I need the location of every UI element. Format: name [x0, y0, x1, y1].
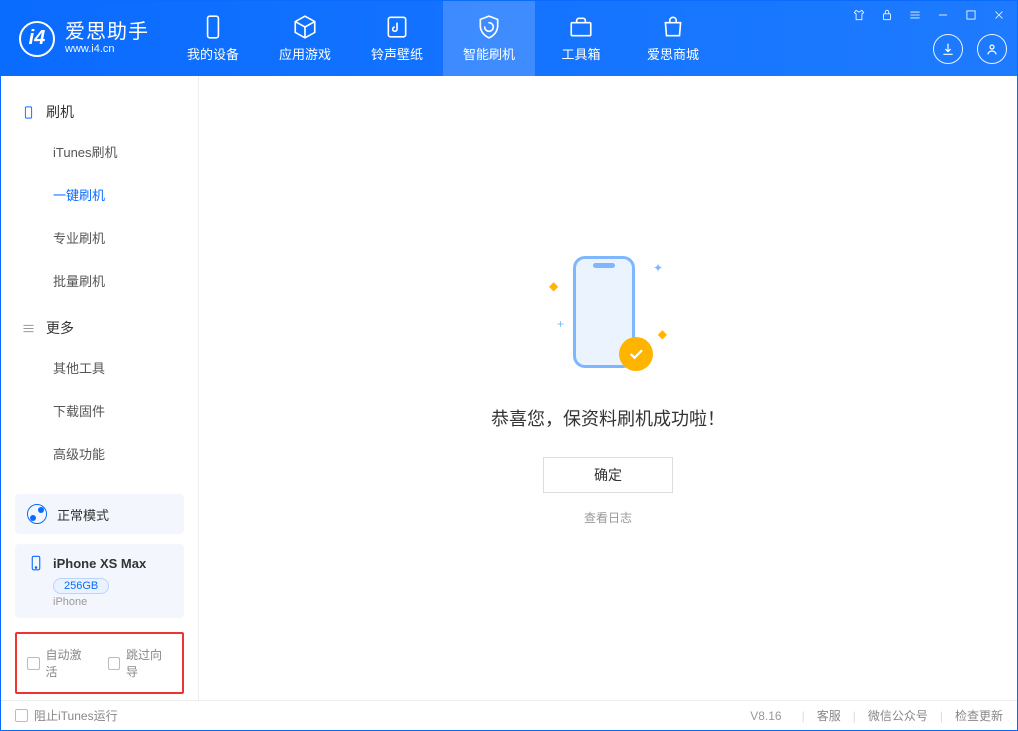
app-subtitle: www.i4.cn: [65, 43, 149, 55]
shirt-icon-button[interactable]: [847, 5, 871, 25]
device-name: iPhone XS Max: [53, 556, 146, 571]
device-storage-badge: 256GB: [53, 578, 109, 594]
checkbox-icon: [108, 657, 121, 670]
nav-label: 工具箱: [561, 44, 600, 63]
sidebar-item-pro-flash[interactable]: 专业刷机: [1, 216, 198, 259]
checkbox-icon: [27, 657, 40, 670]
checkbox-skip-guide[interactable]: 跳过向导: [108, 646, 173, 680]
titlebar: i4 爱思助手 www.i4.cn 我的设备 应用游戏 铃声壁纸 智能刷机: [1, 1, 1017, 76]
ok-button[interactable]: 确定: [543, 457, 673, 493]
sidebar-item-onekey-flash[interactable]: 一键刷机: [1, 173, 198, 216]
mode-card[interactable]: 正常模式: [15, 494, 184, 534]
sparkle-icon: ◆: [549, 279, 558, 293]
nav-my-device[interactable]: 我的设备: [167, 1, 259, 76]
sidebar-item-batch-flash[interactable]: 批量刷机: [1, 259, 198, 302]
statusbar: 阻止iTunes运行 V8.16 | 客服 | 微信公众号 | 检查更新: [1, 700, 1017, 730]
close-button[interactable]: [987, 5, 1011, 25]
nav-smart-flash[interactable]: 智能刷机: [443, 1, 535, 76]
nav-toolbox[interactable]: 工具箱: [535, 1, 627, 76]
refresh-shield-icon: [476, 14, 502, 40]
menu-icon-button[interactable]: [903, 5, 927, 25]
version-label: V8.16: [750, 709, 781, 723]
cube-icon: [292, 14, 318, 40]
nav-apps-games[interactable]: 应用游戏: [259, 1, 351, 76]
success-check-badge: [619, 337, 653, 371]
device-card[interactable]: iPhone XS Max 256GB iPhone: [15, 544, 184, 618]
nav-label: 智能刷机: [463, 44, 515, 63]
lock-icon-button[interactable]: [875, 5, 899, 25]
sparkle-icon: ✦: [653, 261, 663, 275]
nav-ringtone-wallpaper[interactable]: 铃声壁纸: [351, 1, 443, 76]
nav-label: 铃声壁纸: [371, 44, 423, 63]
success-illustration: ◆ ✦ + ◆: [533, 251, 683, 381]
toolbox-icon: [568, 14, 594, 40]
view-log-link[interactable]: 查看日志: [584, 509, 632, 526]
sparkle-icon: +: [557, 317, 564, 331]
sidebar-item-download-firmware[interactable]: 下载固件: [1, 389, 198, 432]
sidebar-item-itunes-flash[interactable]: iTunes刷机: [1, 130, 198, 173]
highlighted-checkbox-area: 自动激活 跳过向导: [15, 632, 184, 694]
sidebar-item-advanced[interactable]: 高级功能: [1, 432, 198, 475]
nav-label: 我的设备: [187, 44, 239, 63]
user-button[interactable]: [977, 34, 1007, 64]
phone-icon: [27, 554, 45, 572]
nav-label: 爱思商城: [647, 44, 699, 63]
nav-label: 应用游戏: [279, 44, 331, 63]
checkbox-auto-activate[interactable]: 自动激活: [27, 646, 92, 680]
wechat-link[interactable]: 微信公众号: [868, 707, 928, 724]
top-nav: 我的设备 应用游戏 铃声壁纸 智能刷机 工具箱 爱思商城: [167, 1, 719, 76]
sidebar-item-other-tools[interactable]: 其他工具: [1, 346, 198, 389]
sparkle-icon: ◆: [658, 327, 667, 341]
support-link[interactable]: 客服: [817, 707, 841, 724]
device-type: iPhone: [53, 596, 172, 608]
body: 刷机 iTunes刷机 一键刷机 专业刷机 批量刷机 更多 其他工具 下载固件 …: [1, 76, 1017, 700]
main-content: ◆ ✦ + ◆ 恭喜您，保资料刷机成功啦！ 确定 查看日志: [199, 76, 1017, 700]
section-title: 更多: [46, 318, 74, 338]
music-file-icon: [384, 14, 410, 40]
download-button[interactable]: [933, 34, 963, 64]
sidebar: 刷机 iTunes刷机 一键刷机 专业刷机 批量刷机 更多 其他工具 下载固件 …: [1, 76, 199, 700]
bag-icon: [660, 14, 686, 40]
success-title: 恭喜您，保资料刷机成功啦！: [491, 405, 725, 431]
sidebar-section-more: 更多: [1, 310, 198, 346]
app-logo: i4 爱思助手 www.i4.cn: [1, 1, 167, 76]
check-icon: [627, 345, 645, 363]
section-title: 刷机: [46, 102, 74, 122]
mode-label: 正常模式: [57, 505, 109, 524]
checkbox-label: 跳过向导: [126, 646, 172, 680]
window-controls: [847, 5, 1011, 25]
phone-icon: [21, 105, 36, 120]
checkbox-label: 自动激活: [46, 646, 92, 680]
checkbox-label: 阻止iTunes运行: [34, 707, 118, 724]
header-right: [933, 34, 1007, 64]
nav-store[interactable]: 爱思商城: [627, 1, 719, 76]
checkbox-icon: [15, 709, 28, 722]
app-title: 爱思助手: [65, 21, 149, 43]
app-window: i4 爱思助手 www.i4.cn 我的设备 应用游戏 铃声壁纸 智能刷机: [0, 0, 1018, 731]
checkbox-block-itunes[interactable]: 阻止iTunes运行: [15, 707, 118, 724]
menu-icon: [21, 321, 36, 336]
sidebar-section-flash: 刷机: [1, 94, 198, 130]
device-icon: [200, 14, 226, 40]
minimize-button[interactable]: [931, 5, 955, 25]
logo-icon: i4: [19, 21, 55, 57]
maximize-button[interactable]: [959, 5, 983, 25]
check-update-link[interactable]: 检查更新: [955, 707, 1003, 724]
mode-icon: [27, 504, 47, 524]
